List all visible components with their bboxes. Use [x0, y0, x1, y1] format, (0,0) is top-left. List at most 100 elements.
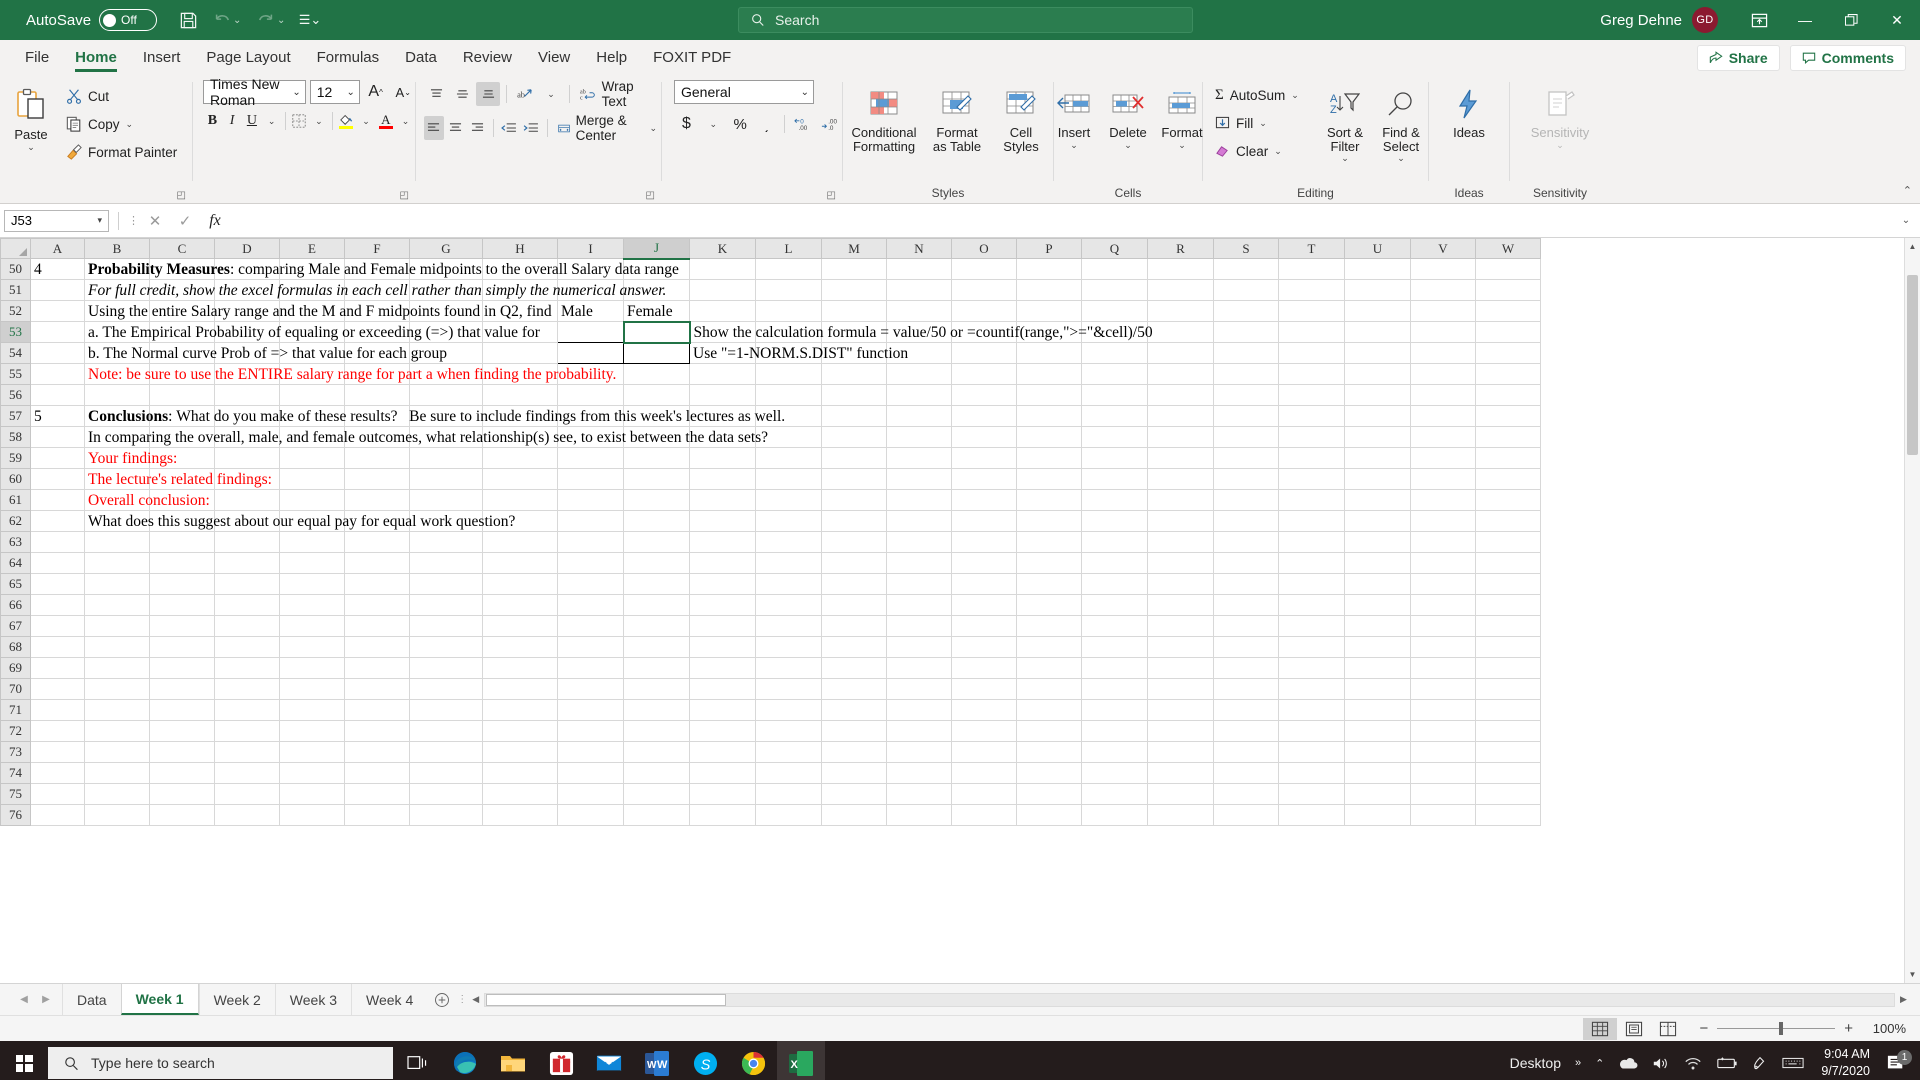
cell-C72[interactable] [149, 720, 215, 742]
cell-T70[interactable] [1278, 678, 1345, 700]
cell-V58[interactable] [1410, 426, 1476, 448]
cell-D59[interactable] [214, 447, 280, 469]
cell-C67[interactable] [149, 615, 215, 637]
autosum-button[interactable]: Σ AutoSum ⌄ [1211, 81, 1316, 109]
cell-C52[interactable] [149, 300, 215, 322]
cell-N59[interactable] [886, 447, 952, 469]
cell-J76[interactable] [623, 804, 690, 826]
cell-O62[interactable] [951, 510, 1017, 532]
cell-Q68[interactable] [1081, 636, 1148, 658]
row-header-75[interactable]: 75 [0, 783, 31, 805]
cell-W69[interactable] [1475, 657, 1541, 679]
cell-M66[interactable] [821, 594, 887, 616]
cell-L55[interactable] [755, 363, 822, 385]
cell-N50[interactable] [886, 258, 952, 280]
cell-A64[interactable] [30, 552, 85, 574]
cell-U68[interactable] [1344, 636, 1411, 658]
cell-G52[interactable] [409, 300, 483, 322]
cell-H62[interactable] [482, 510, 558, 532]
cell-I66[interactable] [557, 594, 624, 616]
column-header-l[interactable]: L [755, 238, 822, 259]
sort-filter-button[interactable]: AZ Sort & Filter ⌄ [1318, 80, 1372, 186]
close-button[interactable]: ✕ [1874, 0, 1920, 40]
autosave-control[interactable]: AutoSave Off [26, 9, 158, 31]
cell-L61[interactable] [755, 489, 822, 511]
cell-D54[interactable] [214, 342, 280, 364]
cell-J68[interactable] [623, 636, 690, 658]
cell-C71[interactable] [149, 699, 215, 721]
cell-R69[interactable] [1147, 657, 1214, 679]
cell-U50[interactable] [1344, 258, 1411, 280]
cell-R63[interactable] [1147, 531, 1214, 553]
fill-color-icon[interactable] [337, 109, 356, 133]
column-header-k[interactable]: K [689, 238, 756, 259]
cell-J59[interactable] [623, 447, 690, 469]
cell-J61[interactable] [623, 489, 690, 511]
horizontal-scrollbar[interactable] [484, 992, 1895, 1007]
row-header-54[interactable]: 54 [0, 342, 31, 364]
cell-A72[interactable] [30, 720, 85, 742]
cell-R57[interactable] [1147, 405, 1214, 427]
cell-W61[interactable] [1475, 489, 1541, 511]
cell-H53[interactable] [482, 321, 558, 343]
cell-W62[interactable] [1475, 510, 1541, 532]
cell-N54[interactable] [886, 342, 952, 364]
cell-Q71[interactable] [1081, 699, 1148, 721]
cell-P53[interactable] [1016, 321, 1082, 343]
cell-Q52[interactable] [1081, 300, 1148, 322]
cell-C60[interactable] [149, 468, 215, 490]
cell-D71[interactable] [214, 699, 280, 721]
cell-L73[interactable] [755, 741, 822, 763]
cell-M51[interactable] [821, 279, 887, 301]
horizontal-scroll-thumb[interactable] [486, 993, 727, 1006]
cell-I61[interactable] [557, 489, 624, 511]
cell-R73[interactable] [1147, 741, 1214, 763]
row-header-57[interactable]: 57 [0, 405, 31, 427]
cell-W72[interactable] [1475, 720, 1541, 742]
cell-Q50[interactable] [1081, 258, 1148, 280]
cell-K70[interactable] [689, 678, 756, 700]
cell-Q55[interactable] [1081, 363, 1148, 385]
cell-O50[interactable] [951, 258, 1017, 280]
cell-F51[interactable] [344, 279, 410, 301]
collapse-ribbon-icon[interactable]: ⌃ [1903, 184, 1912, 197]
bold-button[interactable]: B [203, 109, 222, 133]
cell-N70[interactable] [886, 678, 952, 700]
cell-G63[interactable] [409, 531, 483, 553]
taskbar-search-box[interactable]: Type here to search [48, 1047, 393, 1079]
page-break-preview-icon[interactable] [1651, 1018, 1685, 1040]
search-box[interactable]: Search [738, 7, 1193, 33]
cell-S71[interactable] [1213, 699, 1279, 721]
cell-O71[interactable] [951, 699, 1017, 721]
cell-B58[interactable]: In comparing the overall, male, and fema… [84, 426, 768, 448]
file-explorer-icon[interactable] [489, 1041, 537, 1080]
battery-icon[interactable] [1709, 1041, 1745, 1080]
cell-N56[interactable] [886, 384, 952, 406]
cell-L74[interactable] [755, 762, 822, 784]
cell-R51[interactable] [1147, 279, 1214, 301]
cell-N61[interactable] [886, 489, 952, 511]
cell-L59[interactable] [755, 447, 822, 469]
cell-M75[interactable] [821, 783, 887, 805]
cell-I76[interactable] [557, 804, 624, 826]
cell-F53[interactable] [344, 321, 410, 343]
cell-G60[interactable] [409, 468, 483, 490]
cell-Q54[interactable] [1081, 342, 1148, 364]
cell-R53[interactable] [1147, 321, 1214, 343]
cell-E65[interactable] [279, 573, 345, 595]
cell-C51[interactable] [149, 279, 215, 301]
column-header-h[interactable]: H [482, 238, 558, 259]
cell-S57[interactable] [1213, 405, 1279, 427]
cell-D74[interactable] [214, 762, 280, 784]
cell-I57[interactable] [557, 405, 624, 427]
cell-T73[interactable] [1278, 741, 1345, 763]
cell-F68[interactable] [344, 636, 410, 658]
desktop-label[interactable]: Desktop [1503, 1041, 1568, 1080]
cell-V54[interactable] [1410, 342, 1476, 364]
column-header-s[interactable]: S [1213, 238, 1279, 259]
cell-N65[interactable] [886, 573, 952, 595]
cell-S74[interactable] [1213, 762, 1279, 784]
cell-O70[interactable] [951, 678, 1017, 700]
cell-O69[interactable] [951, 657, 1017, 679]
cell-G54[interactable] [409, 342, 483, 364]
